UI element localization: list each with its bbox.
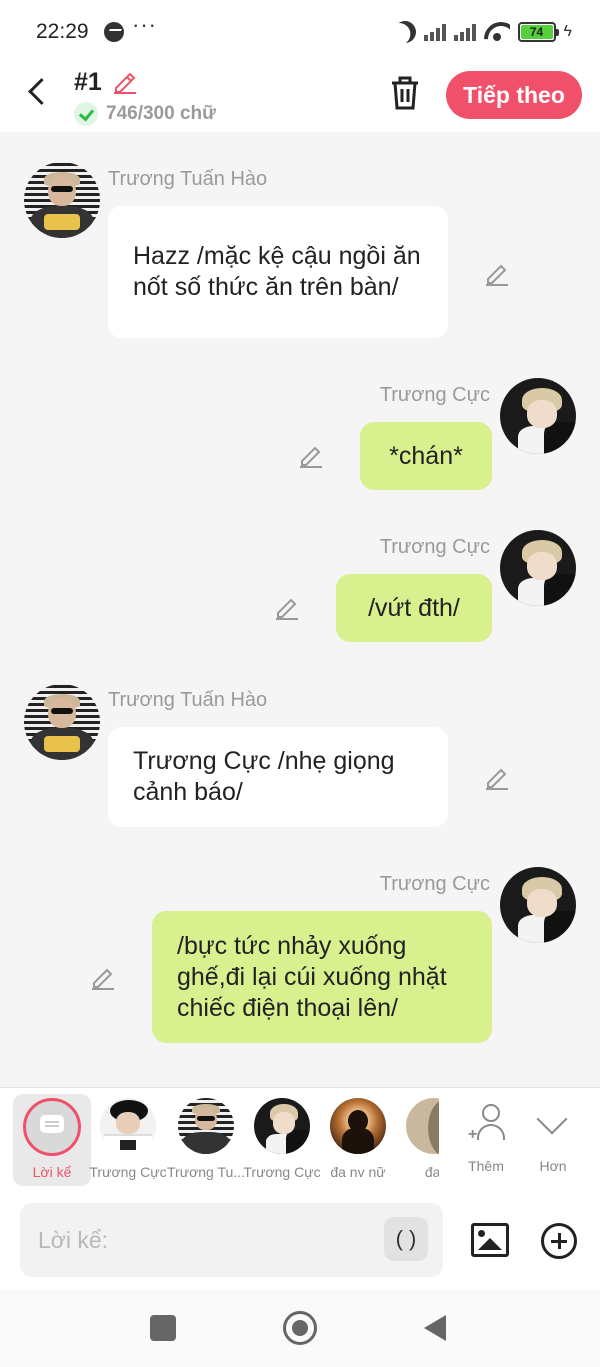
character-avatar bbox=[178, 1098, 234, 1154]
recent-apps-icon[interactable] bbox=[150, 1315, 176, 1341]
character-item[interactable]: Trương Cực bbox=[89, 1098, 167, 1190]
top-bar: #1 746/300 chữ Tiếp theo bbox=[0, 62, 600, 132]
character-label: Trương Cực bbox=[89, 1164, 167, 1180]
word-count-text: 746/300 chữ bbox=[106, 103, 216, 124]
message-text: /bực tức nhảy xuống ghế,đi lại cúi xuống… bbox=[177, 931, 447, 1022]
narrator-avatar bbox=[23, 1098, 81, 1156]
more-notifications-icon: ··· bbox=[132, 12, 157, 37]
narration-icon bbox=[40, 1115, 64, 1133]
message-sender: Trương Tuấn Hào bbox=[108, 689, 268, 711]
character-item[interactable]: đa nv nữ bbox=[319, 1098, 397, 1190]
character-selector: Lời kể Trương Cực Trương Tu... Trương Cự… bbox=[0, 1087, 600, 1195]
status-bar: 22:29 ··· 74 ϟ bbox=[0, 0, 600, 62]
battery-level: 74 bbox=[520, 25, 553, 39]
edit-message-icon[interactable] bbox=[484, 260, 510, 286]
add-character-label: Thêm bbox=[468, 1158, 504, 1174]
parentheses-button[interactable]: ( ) bbox=[384, 1217, 428, 1261]
message-sender: Trương Tuấn Hào bbox=[108, 168, 268, 190]
check-icon bbox=[74, 102, 98, 126]
more-characters-button[interactable]: Hơn bbox=[523, 1100, 583, 1180]
composer: ( ) bbox=[0, 1195, 600, 1289]
character-avatar bbox=[330, 1098, 386, 1154]
system-back-icon[interactable] bbox=[424, 1315, 446, 1341]
back-icon[interactable] bbox=[22, 76, 54, 108]
signal-icon-2 bbox=[453, 23, 476, 41]
narration-input-box: ( ) bbox=[20, 1203, 443, 1277]
message-bubble[interactable]: /vứt đth/ bbox=[336, 574, 492, 642]
home-icon[interactable] bbox=[283, 1311, 317, 1345]
messenger-icon bbox=[104, 22, 124, 42]
message-bubble[interactable]: /bực tức nhảy xuống ghế,đi lại cúi xuống… bbox=[152, 911, 492, 1043]
character-label: Trương Tu... bbox=[167, 1164, 245, 1180]
message-bubble[interactable]: Hazz /mặc kệ cậu ngồi ăn nốt số thức ăn … bbox=[108, 206, 448, 338]
character-item[interactable]: Trương Tu... bbox=[167, 1098, 245, 1190]
character-avatar bbox=[406, 1098, 439, 1154]
add-circle-icon[interactable] bbox=[541, 1223, 577, 1259]
message-text: Hazz /mặc kệ cậu ngồi ăn nốt số thức ăn … bbox=[133, 242, 421, 301]
message-bubble[interactable]: Trương Cực /nhẹ giọng cảnh báo/ bbox=[108, 727, 448, 827]
battery-icon: 74 bbox=[517, 22, 559, 42]
edit-title-icon[interactable] bbox=[112, 68, 138, 94]
do-not-disturb-icon bbox=[390, 18, 418, 46]
edit-message-icon[interactable] bbox=[484, 764, 510, 790]
narration-input[interactable] bbox=[38, 1221, 378, 1259]
next-button[interactable]: Tiếp theo bbox=[446, 71, 582, 119]
edit-message-icon[interactable] bbox=[90, 964, 116, 990]
avatar-truong-cuc[interactable] bbox=[500, 530, 576, 606]
avatar-truong-tuan-hao[interactable] bbox=[24, 684, 100, 760]
charging-icon: ϟ bbox=[563, 23, 572, 40]
word-count: 746/300 chữ bbox=[74, 102, 216, 126]
message-text: /vứt đth/ bbox=[368, 593, 460, 622]
chevron-down-icon bbox=[536, 1103, 568, 1135]
message-sender: Trương Cực bbox=[379, 536, 490, 558]
system-nav-bar bbox=[0, 1289, 600, 1367]
edit-message-icon[interactable] bbox=[274, 594, 300, 620]
message-bubble[interactable]: *chán* bbox=[360, 422, 492, 490]
character-narrator[interactable]: Lời kể bbox=[13, 1094, 91, 1186]
add-character-button[interactable]: + Thêm bbox=[456, 1100, 516, 1180]
character-avatar bbox=[100, 1098, 156, 1154]
character-item[interactable]: đa nv bbox=[395, 1098, 439, 1190]
add-person-icon: + bbox=[468, 1104, 505, 1144]
image-icon[interactable] bbox=[471, 1223, 509, 1257]
message-text: *chán* bbox=[389, 441, 463, 470]
message-sender: Trương Cực bbox=[379, 873, 490, 895]
trash-icon[interactable] bbox=[388, 74, 422, 112]
status-time: 22:29 bbox=[36, 20, 89, 43]
avatar-truong-cuc[interactable] bbox=[500, 867, 576, 943]
character-label: đa nv nữ bbox=[330, 1164, 386, 1180]
character-label: đa nv bbox=[424, 1164, 439, 1180]
more-label: Hơn bbox=[539, 1158, 567, 1174]
character-avatar bbox=[254, 1098, 310, 1154]
avatar-truong-cuc[interactable] bbox=[500, 378, 576, 454]
story-title: #1 bbox=[74, 68, 102, 96]
chat-area: Trương Tuấn Hào Hazz /mặc kệ cậu ngồi ăn… bbox=[0, 132, 600, 1087]
wifi-icon bbox=[484, 22, 510, 42]
signal-icon bbox=[423, 23, 446, 41]
avatar-truong-tuan-hao[interactable] bbox=[24, 162, 100, 238]
character-label: Trương Cực bbox=[243, 1164, 321, 1180]
character-label: Lời kể bbox=[32, 1164, 72, 1180]
message-sender: Trương Cực bbox=[379, 384, 490, 406]
edit-message-icon[interactable] bbox=[298, 442, 324, 468]
message-text: Trương Cực /nhẹ giọng cảnh báo/ bbox=[133, 747, 395, 806]
character-item[interactable]: Trương Cực bbox=[243, 1098, 321, 1190]
